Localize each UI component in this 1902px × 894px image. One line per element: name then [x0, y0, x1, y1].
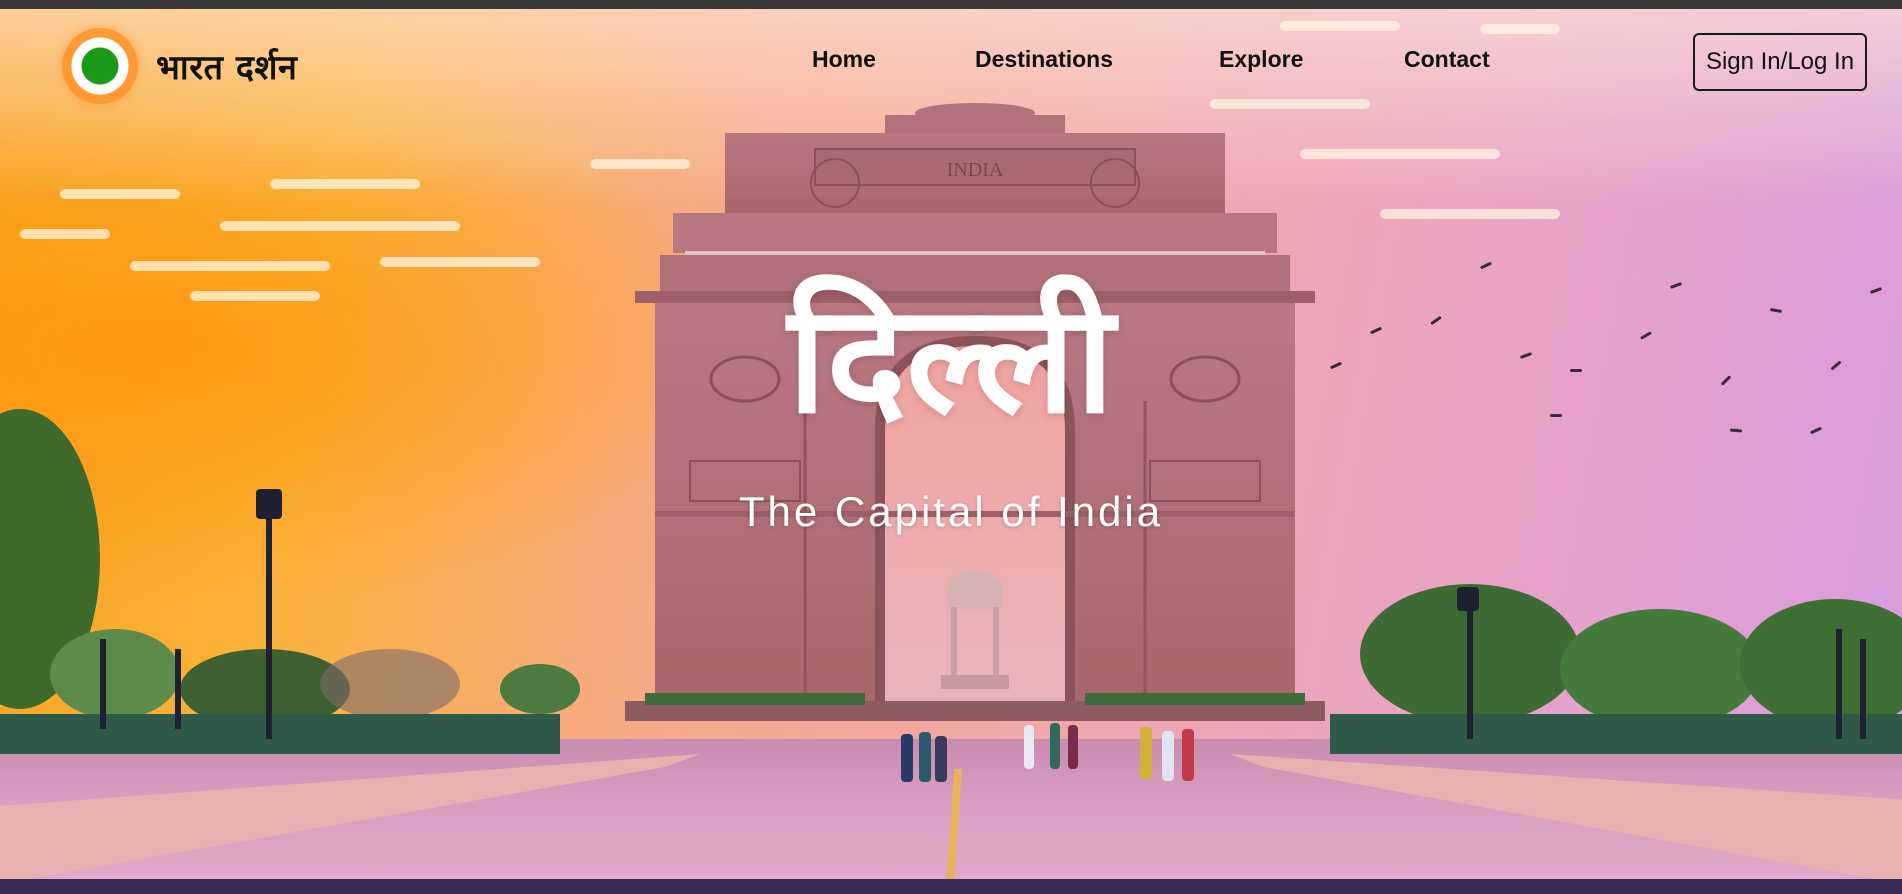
nav-explore-link[interactable]: Explore [1219, 46, 1303, 73]
lamp-post [1467, 609, 1473, 739]
tree [320, 649, 460, 719]
tree [50, 629, 180, 719]
cloud [1280, 21, 1400, 31]
lamp-post [1836, 629, 1842, 739]
gate-inscription: INDIA [947, 159, 1004, 181]
nav-destinations-link[interactable]: Destinations [975, 46, 1113, 73]
cloud [1480, 24, 1560, 34]
tree [500, 664, 580, 714]
cloud [270, 179, 420, 189]
visitors-group [1140, 721, 1210, 786]
nav-contact-link[interactable]: Contact [1404, 46, 1490, 73]
lawn-right [1330, 714, 1902, 754]
lamp-post [100, 639, 106, 729]
hero-subtitle: The Capital of India [738, 488, 1164, 535]
cloud [60, 189, 180, 199]
cloud [220, 221, 460, 231]
os-taskbar [0, 879, 1902, 894]
tree [1740, 599, 1902, 729]
main-nav: Home Destinations Explore Contact [0, 46, 1902, 78]
lawn-left [0, 714, 560, 754]
visitors-group [895, 724, 955, 784]
signin-button[interactable]: Sign In/Log In [1693, 33, 1867, 91]
cloud [20, 229, 110, 239]
cloud [1380, 209, 1560, 219]
hero-title: दिल्ली [787, 273, 1115, 447]
visitors-group [1020, 719, 1090, 774]
lamp-head [1457, 587, 1479, 611]
browser-top-strip [0, 0, 1902, 9]
nav-home-link[interactable]: Home [812, 46, 876, 73]
lamp-post [1860, 639, 1866, 739]
bird [1479, 261, 1493, 270]
tree [1560, 609, 1760, 729]
cloud [1300, 149, 1500, 159]
lamp-post [266, 519, 272, 739]
cloud [380, 257, 540, 267]
cloud [130, 261, 330, 271]
lamp-post [175, 649, 181, 729]
